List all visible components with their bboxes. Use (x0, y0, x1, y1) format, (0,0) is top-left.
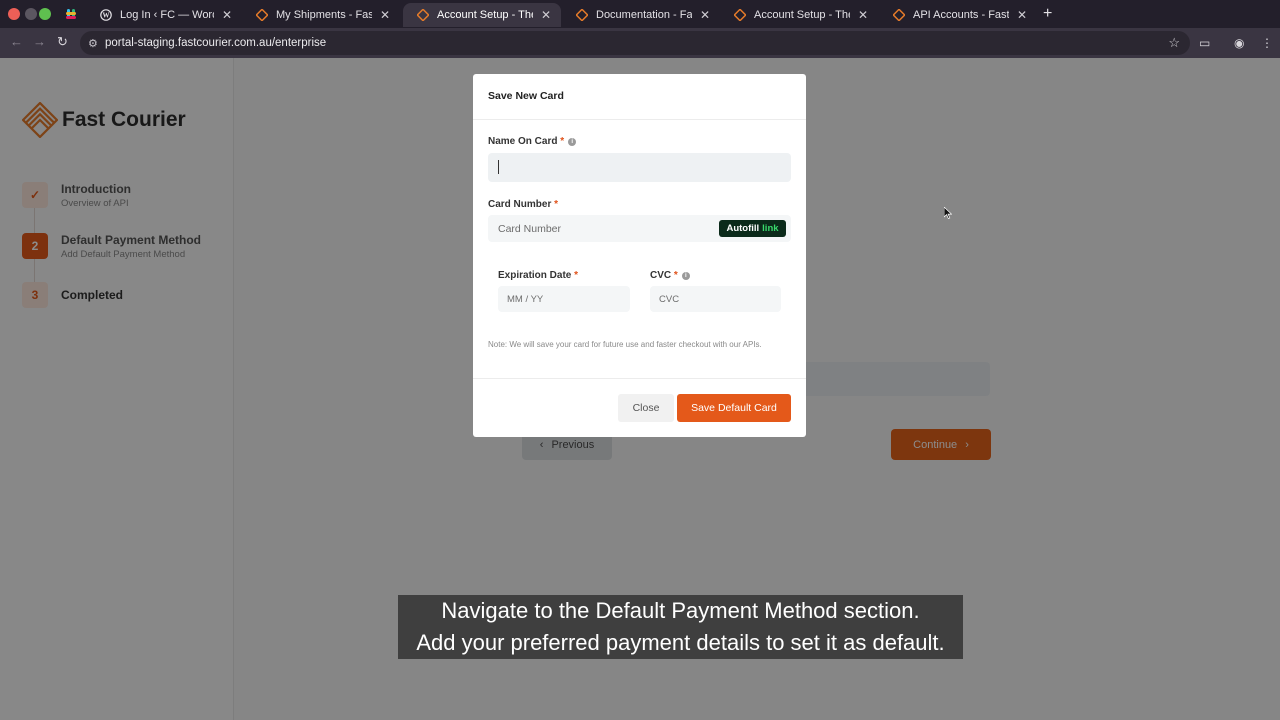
window-maximize-button[interactable] (39, 8, 51, 20)
back-icon[interactable]: ← (10, 34, 23, 49)
video-caption: Navigate to the Default Payment Method s… (398, 595, 963, 659)
cvc-placeholder: CVC (659, 294, 680, 305)
close-tab-icon[interactable]: ✕ (380, 8, 390, 22)
close-tab-icon[interactable]: ✕ (858, 8, 868, 22)
fastcourier-icon (893, 9, 905, 21)
save-card-note: Note: We will save your card for future … (488, 340, 762, 349)
url-text: portal-staging.fastcourier.com.au/enterp… (105, 37, 327, 49)
cvc-input[interactable]: CVC (650, 286, 781, 312)
browser-tab[interactable]: API Accounts - Fastcourier-A ✕ (879, 3, 1037, 27)
fastcourier-icon (417, 9, 429, 21)
site-settings-icon[interactable]: ⚙ (88, 37, 98, 50)
name-on-card-label: Name On Card * i (488, 136, 577, 147)
tab-title: Documentation - FastCourier (596, 9, 692, 21)
close-tab-icon[interactable]: ✕ (700, 8, 710, 22)
svg-text:W: W (103, 12, 110, 20)
caption-line: Navigate to the Default Payment Method s… (441, 598, 920, 623)
close-tab-icon[interactable]: ✕ (541, 8, 551, 22)
cast-icon[interactable]: ▭ (1199, 36, 1210, 50)
wordpress-icon: W (100, 9, 112, 21)
browser-toolbar: ← → ↻ ⚙ portal-staging.fastcourier.com.a… (0, 28, 1280, 58)
card-number-label: Card Number * (488, 199, 559, 210)
divider (473, 119, 806, 120)
expiry-placeholder: MM / YY (507, 294, 544, 305)
close-tab-icon[interactable]: ✕ (1017, 8, 1027, 22)
caption-line: Add your preferred payment details to se… (416, 630, 945, 655)
slack-icon[interactable] (64, 7, 78, 21)
link-logo-text: link (762, 223, 779, 234)
text-caret (498, 160, 499, 174)
modal-title: Save New Card (488, 90, 564, 102)
fastcourier-icon (256, 9, 268, 21)
fastcourier-icon (734, 9, 746, 21)
browser-tab[interactable]: W Log In ‹ FC — WordPress ✕ (86, 3, 242, 27)
expiration-date-label: Expiration Date * (498, 270, 579, 281)
mouse-cursor-icon (944, 207, 952, 219)
autofill-link-button[interactable]: Autofill link (719, 220, 786, 237)
tab-title: My Shipments - FastCourier (276, 9, 372, 21)
close-tab-icon[interactable]: ✕ (222, 8, 232, 22)
browser-tab[interactable]: My Shipments - FastCourier ✕ (242, 3, 400, 27)
tab-title: Account Setup - The Fast Co (754, 9, 850, 21)
cvc-label: CVC * i (650, 270, 690, 281)
tab-title: API Accounts - Fastcourier-A (913, 9, 1009, 21)
browser-tab[interactable]: Documentation - FastCourier ✕ (562, 3, 720, 27)
fastcourier-icon (576, 9, 588, 21)
tab-title: Account Setup - The Fast Co (437, 9, 533, 21)
card-number-placeholder: Card Number (498, 223, 562, 235)
browser-tab-active[interactable]: Account Setup - The Fast Co ✕ (403, 3, 561, 27)
info-icon[interactable]: i (568, 138, 577, 146)
save-default-card-button[interactable]: Save Default Card (677, 394, 791, 422)
tab-title: Log In ‹ FC — WordPress (120, 9, 214, 21)
name-on-card-input[interactable] (488, 153, 791, 182)
browser-tab[interactable]: Account Setup - The Fast Co ✕ (720, 3, 878, 27)
expiration-date-input[interactable]: MM / YY (498, 286, 630, 312)
forward-icon[interactable]: → (33, 34, 46, 49)
new-tab-icon[interactable]: + (1043, 5, 1052, 23)
browser-tab-bar: W Log In ‹ FC — WordPress ✕ My Shipments… (0, 0, 1280, 28)
window-close-button[interactable] (8, 8, 20, 20)
divider (473, 378, 806, 379)
close-button[interactable]: Close (618, 394, 674, 422)
info-icon[interactable]: i (681, 272, 690, 280)
reload-icon[interactable]: ↻ (57, 34, 68, 50)
menu-kebab-icon[interactable]: ⋮ (1261, 36, 1273, 50)
window-minimize-button[interactable] (25, 8, 37, 20)
bookmark-star-icon[interactable]: ☆ (1168, 35, 1180, 51)
profile-icon[interactable]: ◉ (1234, 36, 1244, 50)
save-card-modal: Save New Card Name On Card * i Card Numbe… (473, 74, 806, 437)
address-bar[interactable]: ⚙ portal-staging.fastcourier.com.au/ente… (80, 31, 1190, 55)
autofill-text: Autofill (726, 223, 760, 234)
